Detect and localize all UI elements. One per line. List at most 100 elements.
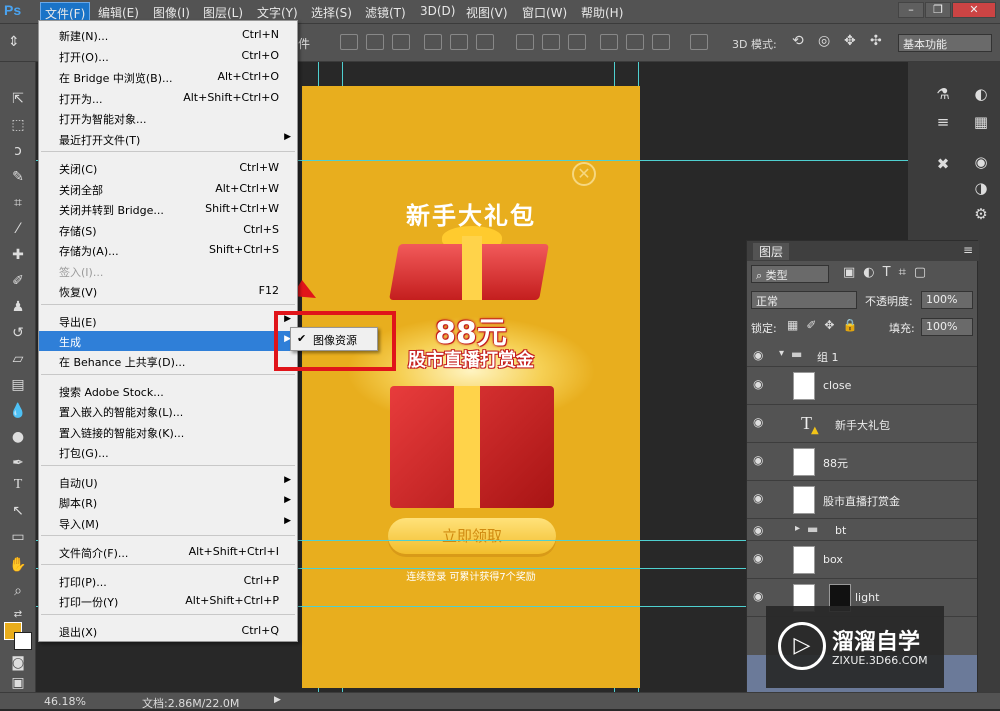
menu-item-close[interactable]: 关闭(C) Ctrl+W [39, 158, 297, 178]
layers-tab[interactable]: 图层 [753, 243, 790, 260]
distribute-right-icon[interactable] [652, 34, 670, 50]
menu-select[interactable]: 选择(S) [311, 4, 352, 21]
brush-tool-icon[interactable]: ✐ [8, 272, 28, 290]
3d-roll-icon[interactable]: ◎ [818, 33, 830, 49]
align-left-icon[interactable] [424, 34, 442, 50]
distribute-vcenter-icon[interactable] [542, 34, 560, 50]
menu-item-scripts[interactable]: 脚本(R) ▶ [39, 492, 297, 512]
lasso-tool-icon[interactable]: ↄ [8, 142, 28, 160]
color-panel-icon[interactable]: ◐ [970, 84, 992, 104]
menu-item-revert[interactable]: 恢复(V) F12 [39, 281, 297, 301]
align-hcenter-icon[interactable] [450, 34, 468, 50]
menu-item-place-linked[interactable]: 置入链接的智能对象(K)... [39, 422, 297, 442]
layer-filter-icons[interactable]: ▣◐T⌗▢ [843, 265, 934, 280]
move-tool-icon[interactable]: ⇱ [8, 90, 28, 108]
menu-item-import[interactable]: 导入(M) ▶ [39, 513, 297, 533]
eye-icon[interactable]: ◉ [753, 524, 767, 536]
stamp-tool-icon[interactable]: ♟ [8, 298, 28, 316]
gradient-tool-icon[interactable]: ▤ [8, 376, 28, 394]
distribute-hcenter-icon[interactable] [626, 34, 644, 50]
document-canvas[interactable]: ✕ 新手大礼包 88元 股市直播打赏金 立即领取 连续登录 可累计获得7个奖励 [302, 86, 640, 688]
lock-icons[interactable]: ▦✐✥🔒 [787, 318, 865, 332]
menu-item-recent[interactable]: 最近打开文件(T) ▶ [39, 129, 297, 149]
layer-row[interactable]: ◉ ▾ ▬ 组 1 [747, 343, 977, 367]
menu-layer[interactable]: 图层(L) [203, 4, 243, 21]
history-panel-icon[interactable]: ⚗ [932, 84, 954, 104]
eye-icon[interactable]: ◉ [753, 416, 767, 428]
restore-icon[interactable]: ❐ [925, 2, 951, 18]
layer-filter-select[interactable]: ⌕ 类型 [751, 265, 829, 283]
type-tool-icon[interactable]: T [8, 476, 28, 494]
menu-item-open[interactable]: 打开(O)... Ctrl+O [39, 46, 297, 66]
pen-tool-icon[interactable]: ✒ [8, 454, 28, 472]
menu-item-export[interactable]: 导出(E) ▶ [39, 311, 297, 331]
expand-arrow-icon[interactable]: ▾ [779, 348, 784, 359]
hand-tool-icon[interactable]: ✋ [8, 556, 28, 574]
layer-row[interactable]: ◉ 股市直播打赏金 [747, 481, 977, 519]
menu-edit[interactable]: 编辑(E) [98, 4, 139, 21]
background-color-swatch[interactable] [14, 632, 32, 650]
menu-item-file-info[interactable]: 文件简介(F)... Alt+Shift+Ctrl+I [39, 542, 297, 562]
menu-item-behance[interactable]: 在 Behance 上共享(D)... [39, 351, 297, 371]
distribute-bottom-icon[interactable] [568, 34, 586, 50]
minimize-icon[interactable]: – [898, 2, 924, 18]
menu-item-close-bridge[interactable]: 关闭并转到 Bridge... Shift+Ctrl+W [39, 199, 297, 219]
3d-rotate-icon[interactable]: ⟲ [792, 33, 804, 49]
layer-row[interactable]: ◉ box [747, 541, 977, 579]
styles-panel-icon[interactable]: ◉ [970, 152, 992, 172]
zoom-tool-icon[interactable]: ⌕ [8, 582, 28, 600]
eyedropper-tool-icon[interactable]: ⁄ [8, 220, 28, 238]
blur-tool-icon[interactable]: 💧 [8, 402, 28, 420]
quick-mask-icon[interactable]: ◙ [8, 654, 28, 672]
blend-mode-select[interactable]: 正常 [751, 291, 857, 309]
eye-icon[interactable]: ◉ [753, 378, 767, 390]
adjustments-panel-icon[interactable]: ◑ [970, 178, 992, 198]
eye-icon[interactable]: ◉ [753, 590, 767, 602]
eraser-tool-icon[interactable]: ▱ [8, 350, 28, 368]
move-tool-preset-icon[interactable]: ⇕ [8, 34, 20, 50]
crop-tool-icon[interactable]: ⌗ [8, 194, 28, 212]
menu-help[interactable]: 帮助(H) [581, 4, 623, 21]
auto-align-icon[interactable] [690, 34, 708, 50]
status-menu-arrow-icon[interactable]: ▶ [274, 695, 281, 705]
path-select-tool-icon[interactable]: ↖ [8, 502, 28, 520]
distribute-left-icon[interactable] [600, 34, 618, 50]
menu-item-save[interactable]: 存储(S) Ctrl+S [39, 220, 297, 240]
menu-item-print-one[interactable]: 打印一份(Y) Alt+Shift+Ctrl+P [39, 591, 297, 611]
quick-select-tool-icon[interactable]: ✎ [8, 168, 28, 186]
menu-item-place-embedded[interactable]: 置入嵌入的智能对象(L)... [39, 401, 297, 421]
menu-item-open-as[interactable]: 打开为... Alt+Shift+Ctrl+O [39, 88, 297, 108]
menu-type[interactable]: 文字(Y) [257, 4, 298, 21]
panel-menu-icon[interactable]: ≡ [963, 243, 973, 257]
healing-tool-icon[interactable]: ✚ [8, 246, 28, 264]
menu-item-new[interactable]: 新建(N)... Ctrl+N [39, 25, 297, 45]
dodge-tool-icon[interactable]: ● [8, 428, 28, 446]
eye-icon[interactable]: ◉ [753, 492, 767, 504]
layer-row[interactable]: ◉ 88元 [747, 443, 977, 481]
menu-item-open-smart[interactable]: 打开为智能对象... [39, 108, 297, 128]
menu-file[interactable]: 文件(F) [40, 2, 91, 22]
opacity-input[interactable]: 100% [921, 291, 973, 309]
screen-mode-icon[interactable]: ▣ [8, 674, 28, 692]
align-right-icon[interactable] [476, 34, 494, 50]
expand-arrow-icon[interactable]: ▸ [795, 523, 800, 534]
marquee-tool-icon[interactable]: ⬚ [8, 116, 28, 134]
menu-view[interactable]: 视图(V) [466, 4, 508, 21]
channels-panel-icon[interactable]: ⚙ [970, 204, 992, 224]
eye-icon[interactable]: ◉ [753, 349, 767, 361]
menu-item-print[interactable]: 打印(P)... Ctrl+P [39, 571, 297, 591]
3d-pan-icon[interactable]: ✥ [844, 33, 856, 49]
shape-tool-icon[interactable]: ▭ [8, 528, 28, 546]
menu-item-generate[interactable]: 生成 ▶ [39, 331, 297, 351]
layer-row[interactable]: ◉ T ▲ 新手大礼包 [747, 405, 977, 443]
3d-slide-icon[interactable]: ✣ [870, 33, 882, 49]
menu-image[interactable]: 图像(I) [153, 4, 190, 21]
align-top-icon[interactable] [340, 34, 358, 50]
history-brush-icon[interactable]: ↺ [8, 324, 28, 342]
swatches-panel-icon[interactable]: ▦ [970, 112, 992, 132]
menu-3d[interactable]: 3D(D) [420, 4, 455, 18]
align-vcenter-icon[interactable] [366, 34, 384, 50]
menu-item-save-as[interactable]: 存储为(A)... Shift+Ctrl+S [39, 240, 297, 260]
properties-panel-icon[interactable]: ≡ [932, 112, 954, 132]
eye-icon[interactable]: ◉ [753, 454, 767, 466]
